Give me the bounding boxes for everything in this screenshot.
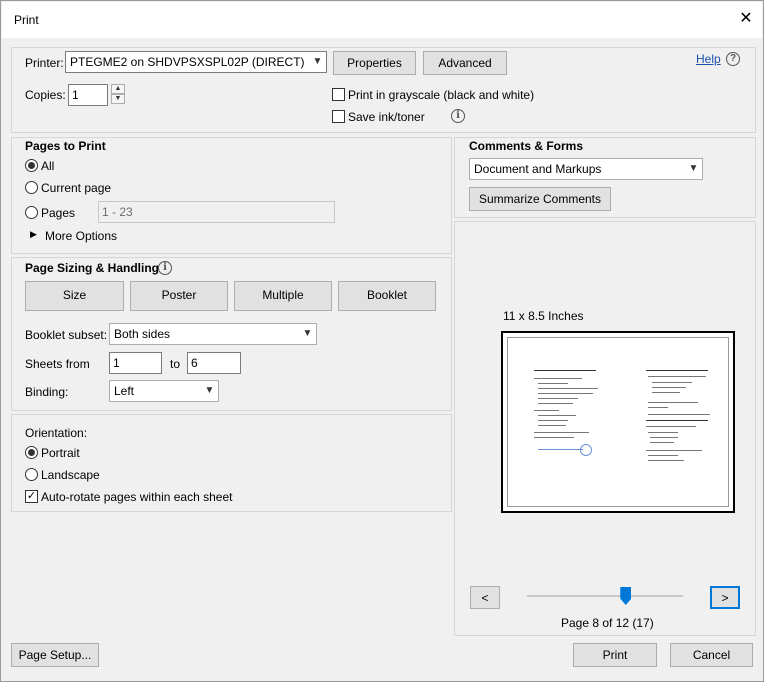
printer-select-value: PTEGME2 on SHDVPSXSPL02P (DIRECT) [70, 55, 305, 69]
window-title: Print [14, 13, 39, 27]
more-options-toggle[interactable]: More Options [45, 229, 117, 243]
auto-rotate-label: Auto-rotate pages within each sheet [41, 490, 233, 504]
booklet-subset-value: Both sides [114, 327, 171, 341]
next-page-button[interactable]: > [710, 586, 740, 609]
paper-size-label: 11 x 8.5 Inches [503, 309, 584, 323]
triangle-right-icon[interactable]: ▶ [30, 229, 37, 240]
chevron-down-icon: ▼ [302, 328, 313, 339]
copies-input[interactable]: 1 [68, 84, 108, 106]
pages-to-print-title: Pages to Print [25, 139, 106, 153]
current-page-radio[interactable] [25, 181, 38, 194]
pages-range-label: Pages [41, 206, 76, 220]
print-dialog: Print ✕ Printer: PTEGME2 on SHDVPSXSPL02… [0, 0, 764, 682]
sheets-to-input[interactable]: 6 [187, 352, 241, 374]
chevron-down-icon: ▼ [312, 56, 323, 67]
sheets-to-label: to [170, 357, 181, 371]
sheets-from-label: Sheets from [25, 357, 90, 371]
sheets-from-input[interactable]: 1 [109, 352, 162, 374]
stepper-up-icon[interactable]: ▲ [111, 84, 125, 94]
printer-select[interactable]: PTEGME2 on SHDVPSXSPL02P (DIRECT) ▼ [65, 51, 327, 73]
help-circle-icon[interactable]: ? [726, 52, 740, 66]
comments-forms-select[interactable]: Document and Markups ▼ [469, 158, 703, 180]
booklet-subset-label: Booklet subset: [25, 328, 108, 342]
advanced-button[interactable]: Advanced [423, 51, 507, 75]
portrait-label: Portrait [41, 446, 80, 460]
all-pages-label: All [41, 159, 55, 173]
booklet-button[interactable]: Booklet [338, 281, 436, 311]
page-preview-sheet [507, 337, 729, 507]
comments-forms-value: Document and Markups [474, 162, 602, 176]
comments-forms-title: Comments & Forms [469, 139, 584, 153]
printer-label: Printer: [25, 56, 64, 70]
properties-button[interactable]: Properties [333, 51, 416, 75]
help-link[interactable]: Help [696, 52, 721, 66]
previous-page-button[interactable]: < [470, 586, 500, 609]
page-slider-track[interactable] [527, 595, 683, 597]
pages-range-input[interactable]: 1 - 23 [98, 201, 335, 223]
page-setup-button[interactable]: Page Setup... [11, 643, 99, 667]
copies-label: Copies: [25, 88, 66, 102]
page-preview [501, 331, 735, 513]
multiple-button[interactable]: Multiple [234, 281, 332, 311]
page-sizing-title: Page Sizing & Handling [25, 261, 160, 275]
stepper-down-icon[interactable]: ▼ [111, 94, 125, 104]
pages-range-radio[interactable] [25, 206, 38, 219]
grayscale-checkbox[interactable] [332, 88, 345, 101]
auto-rotate-checkbox[interactable]: ✓ [25, 490, 38, 503]
current-page-label: Current page [41, 181, 112, 195]
copies-stepper[interactable]: ▲ ▼ [111, 84, 125, 104]
size-button[interactable]: Size [25, 281, 124, 311]
save-ink-label: Save ink/toner [348, 110, 425, 124]
all-pages-radio[interactable] [25, 159, 38, 172]
info-icon[interactable]: i [158, 261, 172, 275]
cancel-button[interactable]: Cancel [670, 643, 753, 667]
binding-value: Left [114, 384, 135, 398]
save-ink-checkbox[interactable] [332, 110, 345, 123]
title-bar: Print ✕ [2, 2, 762, 38]
landscape-radio[interactable] [25, 468, 38, 481]
print-button[interactable]: Print [573, 643, 657, 667]
portrait-radio[interactable] [25, 446, 38, 459]
summarize-comments-button[interactable]: Summarize Comments [469, 187, 611, 211]
close-icon[interactable]: ✕ [737, 10, 755, 28]
info-icon[interactable]: i [451, 109, 465, 123]
chevron-down-icon: ▼ [204, 385, 215, 396]
binding-label: Binding: [25, 385, 69, 399]
preview-diagram [580, 444, 592, 456]
grayscale-label: Print in grayscale (black and white) [348, 88, 535, 102]
booklet-subset-select[interactable]: Both sides ▼ [109, 323, 317, 345]
page-status: Page 8 of 12 (17) [561, 616, 654, 630]
orientation-title: Orientation: [25, 426, 88, 440]
poster-button[interactable]: Poster [130, 281, 228, 311]
landscape-label: Landscape [41, 468, 100, 482]
chevron-down-icon: ▼ [688, 163, 699, 174]
binding-select[interactable]: Left ▼ [109, 380, 219, 402]
